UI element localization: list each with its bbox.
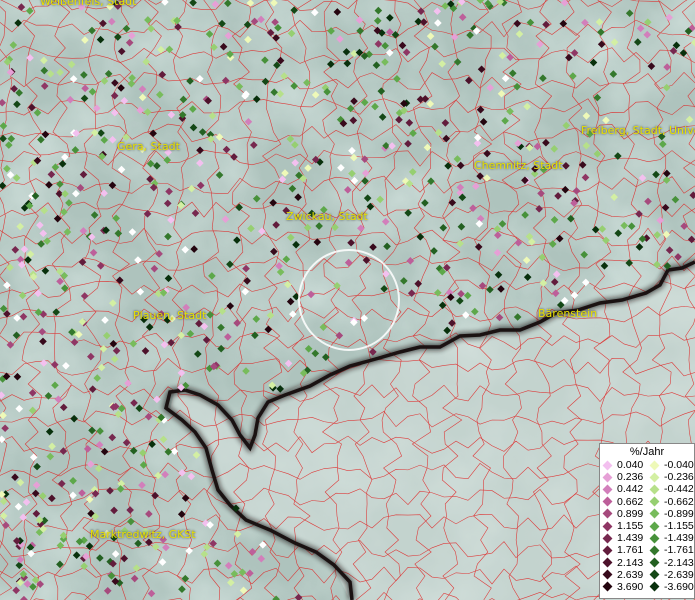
- terrain-layer: [0, 0, 695, 600]
- legend-entry: 0.899: [600, 508, 647, 520]
- legend-title: %/Jahr: [629, 446, 665, 458]
- legend-swatch: [649, 545, 660, 556]
- legend-entry: 1.155: [600, 520, 647, 532]
- legend-entry: 0.236: [600, 471, 647, 483]
- legend-swatch: [602, 533, 613, 544]
- legend-swatch: [649, 472, 660, 483]
- legend-entry: 2.143: [600, 557, 647, 569]
- legend-swatch: [602, 545, 613, 556]
- legend-label: -3.690: [664, 580, 694, 593]
- legend-entry: -1.155: [647, 520, 694, 532]
- legend-label: -0.442: [664, 483, 694, 496]
- legend-entry: -3.690: [647, 581, 694, 593]
- legend-label: -2.143: [664, 556, 694, 569]
- legend-label: 3.690: [617, 580, 644, 593]
- legend-label: 0.236: [617, 471, 644, 484]
- legend-entry: -0.662: [647, 496, 694, 508]
- legend-label: 0.899: [617, 507, 644, 520]
- city-label-freiberg: Freiberg, Stadt, Univers: [581, 124, 695, 137]
- legend-swatch: [649, 496, 660, 507]
- legend-swatch: [602, 460, 613, 471]
- map-view[interactable]: Weißenfels, Stadt Gera, Stadt Zwickau, S…: [0, 0, 695, 600]
- legend-swatch: [602, 484, 613, 495]
- legend-label: 0.442: [617, 483, 644, 496]
- legend-label: 1.155: [617, 520, 644, 533]
- city-label-gera: Gera, Stadt: [117, 140, 180, 153]
- legend-swatch: [649, 484, 660, 495]
- legend-entry: -0.899: [647, 508, 694, 520]
- legend-entry: 0.442: [600, 483, 647, 495]
- legend-swatch: [602, 582, 613, 592]
- legend-entry: -0.040: [647, 459, 694, 471]
- legend-swatch: [602, 557, 613, 568]
- legend-entry: -0.442: [647, 483, 694, 495]
- legend-label: -0.662: [664, 495, 694, 508]
- legend-label: 0.040: [617, 459, 644, 472]
- legend-entry: 0.040: [600, 459, 647, 471]
- legend-swatch: [602, 472, 613, 483]
- legend-label: 1.439: [617, 532, 644, 545]
- legend-entry: 3.690: [600, 581, 647, 593]
- legend-label: -2.639: [664, 568, 694, 581]
- legend-swatch: [602, 521, 613, 531]
- legend-positive-column: 0.040 0.236 0.442 0.662 0.899 1.155 1.439 1.761…: [600, 459, 647, 593]
- legend-label: -0.236: [664, 471, 694, 484]
- legend-swatch: [649, 557, 660, 568]
- legend-negative-column: -0.040 -0.236 -0.442 -0.662 -0.899 -1.155 -1.4…: [647, 459, 694, 593]
- legend-swatch: [602, 496, 613, 507]
- legend-swatch: [602, 569, 613, 580]
- legend-label: -1.155: [664, 520, 694, 533]
- legend-label: -1.439: [664, 532, 694, 545]
- city-label-plauen: Plauen, Stadt: [133, 309, 207, 322]
- legend-label: 2.639: [617, 568, 644, 581]
- legend-entry: -1.439: [647, 532, 694, 544]
- legend-entry: -0.236: [647, 471, 694, 483]
- city-label-marktredwitz: Marktredwitz, GKSt: [90, 528, 196, 541]
- legend-entry: -2.639: [647, 569, 694, 581]
- legend-entry: -1.761: [647, 544, 694, 556]
- legend-swatch: [649, 521, 660, 531]
- city-label-chemnitz: Chemnitz, Stadt: [474, 159, 563, 172]
- legend-label: -0.899: [664, 507, 694, 520]
- legend-label: -1.761: [664, 544, 694, 557]
- legend-swatch: [649, 460, 660, 471]
- city-label-baerenstein: Bärenstein: [538, 307, 598, 320]
- legend-swatch: [649, 582, 660, 592]
- legend-swatch: [602, 508, 613, 519]
- legend-swatch: [649, 569, 660, 580]
- legend-label: -0.040: [664, 459, 694, 472]
- legend-entry: 1.761: [600, 544, 647, 556]
- legend-entry: 0.662: [600, 496, 647, 508]
- legend-swatch: [649, 533, 660, 544]
- legend-label: 0.662: [617, 495, 644, 508]
- legend-label: 2.143: [617, 556, 644, 569]
- legend-entry: 1.439: [600, 532, 647, 544]
- legend: %/Jahr 0.040 0.236 0.442 0.662 0.899 1.155 1.4…: [599, 443, 695, 599]
- city-label-weissenfels: Weißenfels, Stadt: [40, 0, 137, 8]
- legend-entry: 2.639: [600, 569, 647, 581]
- legend-label: 1.761: [617, 544, 644, 557]
- legend-swatch: [649, 508, 660, 519]
- city-label-zwickau: Zwickau, Stadt: [286, 210, 368, 223]
- legend-entry: -2.143: [647, 557, 694, 569]
